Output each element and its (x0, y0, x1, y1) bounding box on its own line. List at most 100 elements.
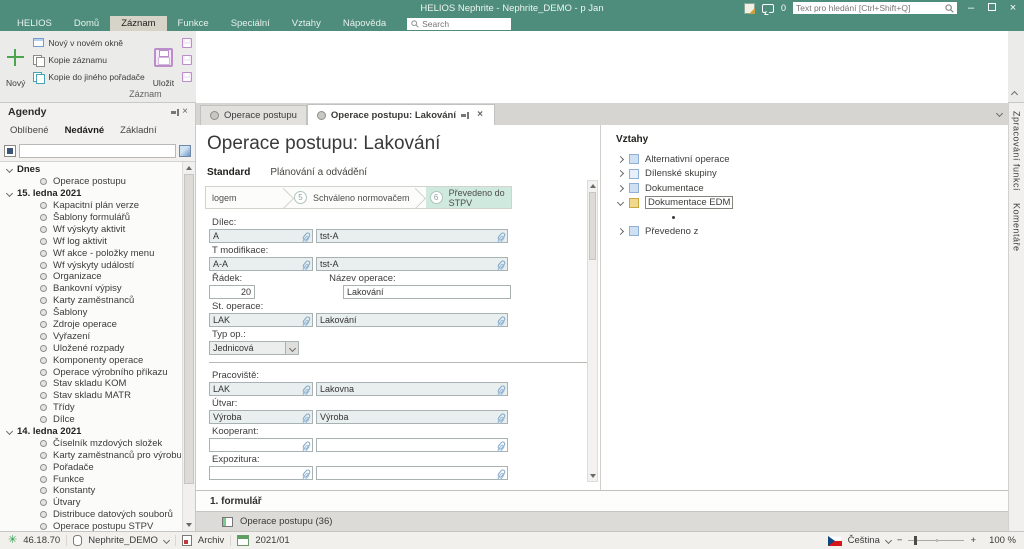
chevron-down-icon[interactable] (163, 537, 170, 544)
copy-record-button[interactable]: Kopie záznamu (30, 51, 147, 68)
scroll-down-icon[interactable] (185, 521, 193, 529)
notes-icon[interactable] (744, 3, 755, 14)
utvar-code-field[interactable]: Výroba (209, 410, 313, 424)
t-modifikace-name-field[interactable]: tst-A (316, 257, 508, 271)
utvar-name-field[interactable]: Výroba (316, 410, 508, 424)
sidebar-filter-input[interactable] (19, 144, 176, 158)
chevron-right-icon[interactable] (617, 170, 624, 177)
scroll-down-icon[interactable] (589, 472, 597, 480)
ribbon-tab-vztahy[interactable]: Vztahy (281, 16, 332, 31)
scrollbar-thumb[interactable] (589, 192, 596, 260)
ribbon-tab-napoveda[interactable]: Nápověda (332, 16, 397, 31)
ribbon-tab-funkce[interactable]: Funkce (167, 16, 220, 31)
st-operace-code-field[interactable]: LAK (209, 313, 313, 327)
chevron-right-icon[interactable] (617, 185, 624, 192)
scroll-up-icon[interactable] (589, 182, 597, 190)
kooperant-name-field[interactable] (316, 438, 508, 452)
sidebar-tab-nedavne[interactable]: Nedávné (65, 125, 105, 136)
relation-child-item[interactable] (616, 210, 1008, 224)
ribbon-tab-specialni[interactable]: Speciální (220, 16, 281, 31)
sidebar-item[interactable]: Funkce (0, 473, 181, 485)
chat-bubble-icon[interactable] (762, 4, 774, 13)
relation-item[interactable]: Dílenské skupiny (616, 167, 1008, 182)
sidebar-item[interactable]: Wf výskyty aktivit (0, 223, 181, 235)
dock-tab-komentare[interactable]: Komentáře (1012, 203, 1022, 252)
ribbon-tab-helios[interactable]: HELIOS (6, 16, 63, 31)
sidebar-item[interactable]: Dílce (0, 414, 181, 426)
sidebar-item[interactable]: Šablony (0, 307, 181, 319)
zoom-slider[interactable] (908, 536, 964, 545)
sidebar-item[interactable]: Útvary (0, 497, 181, 509)
filter-icon[interactable] (179, 145, 191, 157)
relation-item-selected[interactable]: Dokumentace EDM (616, 196, 1008, 211)
pin-icon[interactable] (461, 111, 470, 120)
form-tab-standard[interactable]: Standard (207, 167, 250, 178)
chevron-down-icon[interactable] (885, 537, 892, 544)
zoom-in-button[interactable]: + (970, 535, 976, 546)
chevron-right-icon[interactable] (617, 156, 624, 163)
sidebar-item[interactable]: Operace výrobního příkazu (0, 366, 181, 378)
save-button[interactable]: Uložit (150, 33, 177, 89)
sidebar-item[interactable]: Wf log aktivit (0, 235, 181, 247)
sidebar-item[interactable]: Bankovní výpisy (0, 283, 181, 295)
maximize-button[interactable] (985, 1, 999, 15)
ribbon-tab-domu[interactable]: Domů (63, 16, 110, 31)
relation-item[interactable]: Dokumentace (616, 181, 1008, 196)
sidebar-item[interactable]: Karty zaměstnanců pro výrobu (0, 449, 181, 461)
scroll-up-icon[interactable] (185, 164, 193, 172)
sidebar-item[interactable]: Karty zaměstnanců (0, 295, 181, 307)
sidebar-scrollbar[interactable] (182, 162, 195, 531)
slider-thumb[interactable] (914, 536, 917, 545)
database-label[interactable]: Nephrite_DEMO (88, 535, 158, 546)
radek-field[interactable]: 20 (209, 285, 255, 299)
pin-icon[interactable] (171, 108, 180, 117)
sidebar-item[interactable]: Komponenty operace (0, 354, 181, 366)
sidebar-item[interactable]: Číselník mzdových složek (0, 437, 181, 449)
ribbon-search-box[interactable] (407, 18, 511, 30)
sidebar-item[interactable]: Pořadače (0, 461, 181, 473)
pracoviste-name-field[interactable]: Lakovna (316, 382, 508, 396)
sidebar-item[interactable]: Stav skladu KOM (0, 378, 181, 390)
chevron-right-icon[interactable] (617, 228, 624, 235)
ribbon-tab-zaznam[interactable]: Záznam (110, 16, 166, 31)
kooperant-code-field[interactable] (209, 438, 313, 452)
chevron-down-icon[interactable] (617, 199, 624, 206)
sidebar-tab-oblibene[interactable]: Oblíbené (10, 125, 49, 136)
scrollbar-thumb[interactable] (184, 174, 194, 484)
t-modifikace-code-field[interactable]: A-A (209, 257, 313, 271)
sidebar-group-dnes[interactable]: Dnes (0, 164, 181, 176)
bottom-record-tab[interactable]: Operace postupu (36) (196, 511, 1008, 531)
link-icon[interactable] (302, 468, 312, 478)
sidebar-group-14-ledna[interactable]: 14. ledna 2021 (0, 426, 181, 438)
link-icon[interactable] (497, 468, 507, 478)
tab-list-dropdown-icon[interactable] (996, 110, 1003, 117)
doc-tab-operace-postupu[interactable]: Operace postupu (200, 105, 307, 125)
st-operace-name-field[interactable]: Lakování (316, 313, 508, 327)
archive-label[interactable]: Archiv (198, 535, 224, 546)
close-button[interactable]: × (1006, 1, 1020, 15)
sidebar-item[interactable]: Konstanty (0, 485, 181, 497)
language-label[interactable]: Čeština (848, 535, 880, 546)
doc-tab-operace-postupu-lakovani[interactable]: Operace postupu: Lakování × (307, 104, 495, 125)
copy-to-folder-button[interactable]: Kopie do jiného pořadače (30, 68, 147, 85)
expozitura-code-field[interactable] (209, 466, 313, 480)
new-button[interactable]: Nový (3, 33, 28, 89)
sidebar-item[interactable]: Wf výskyty událostí (0, 259, 181, 271)
pracoviste-code-field[interactable]: LAK (209, 382, 313, 396)
close-icon[interactable]: × (180, 107, 190, 117)
relation-item[interactable]: Převedeno z (616, 224, 1008, 239)
search-scope-icon[interactable] (4, 145, 16, 157)
sidebar-item[interactable]: Zdroje operace (0, 319, 181, 331)
sidebar-item[interactable]: Uložené rozpady (0, 342, 181, 354)
zoom-out-button[interactable]: − (897, 535, 903, 546)
dropdown-button[interactable] (285, 342, 298, 354)
typ-op-dropdown[interactable]: Jednicová (209, 341, 299, 355)
minimize-button[interactable]: – (964, 1, 978, 15)
expozitura-name-field[interactable] (316, 466, 508, 480)
sidebar-item[interactable]: Šablony formulářů (0, 212, 181, 224)
sidebar-group-15-ledna[interactable]: 15. ledna 2021 (0, 188, 181, 200)
relation-item[interactable]: Alternativní operace (616, 152, 1008, 167)
link-icon[interactable] (302, 440, 312, 450)
sidebar-item[interactable]: Třídy (0, 402, 181, 414)
period-label[interactable]: 2021/01 (255, 535, 289, 546)
